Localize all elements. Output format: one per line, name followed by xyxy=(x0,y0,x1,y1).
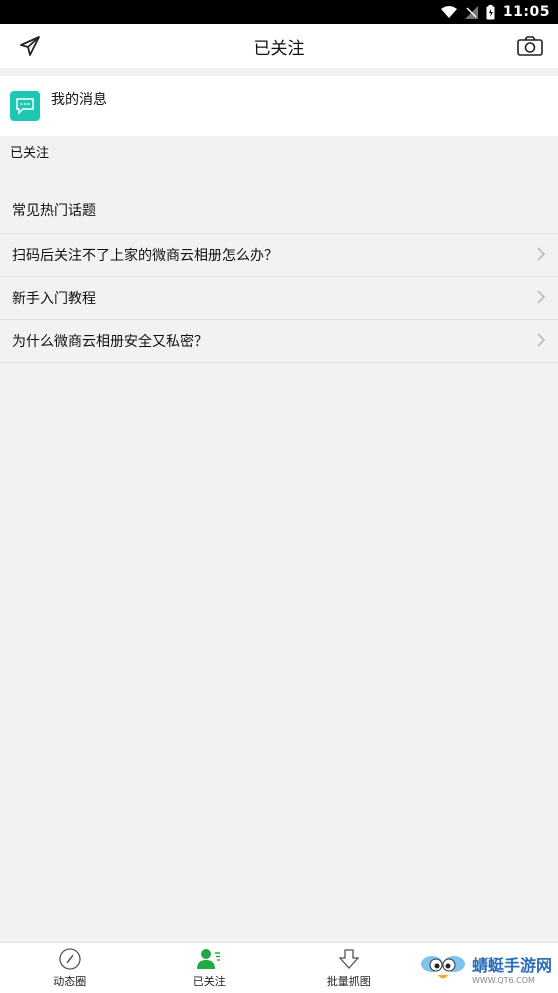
app-bar: 已关注 xyxy=(0,24,558,68)
topic-label: 新手入门教程 xyxy=(12,288,96,308)
my-messages-label: 我的消息 xyxy=(51,89,107,109)
topics-title: 常见热门话题 xyxy=(0,190,558,234)
topic-label: 为什么微商云相册安全又私密？ xyxy=(12,331,208,351)
download-icon xyxy=(338,947,360,971)
camera-icon[interactable] xyxy=(516,32,544,60)
battery-icon xyxy=(486,5,495,20)
status-bar: 11:05 xyxy=(0,0,558,24)
tab-batch-grab-label: 批量抓图 xyxy=(327,973,371,989)
status-time: 11:05 xyxy=(503,4,550,20)
my-messages-item[interactable]: 我的消息 xyxy=(0,76,558,136)
chevron-right-icon xyxy=(536,289,546,309)
wifi-icon xyxy=(441,6,457,18)
page-title: 已关注 xyxy=(254,34,305,59)
tab-batch-grab[interactable]: 批量抓图 xyxy=(279,943,419,993)
followed-section-label: 已关注 xyxy=(10,142,49,161)
watermark-sub: WWW.QT6.COM xyxy=(472,976,535,985)
watermark: 蜻蜓手游网 WWW.QT6.COM xyxy=(418,950,552,986)
tab-followed-label: 已关注 xyxy=(193,973,226,989)
signal-icon xyxy=(465,6,478,19)
compass-icon xyxy=(58,947,82,971)
topic-item[interactable]: 为什么微商云相册安全又私密？ xyxy=(0,320,558,363)
topic-label: 扫码后关注不了上家的微商云相册怎么办？ xyxy=(12,245,278,265)
topic-item[interactable]: 新手入门教程 xyxy=(0,277,558,320)
watermark-text: 蜻蜓手游网 xyxy=(472,952,552,976)
tab-moments[interactable]: 动态圈 xyxy=(0,943,140,993)
chevron-right-icon xyxy=(536,332,546,352)
person-icon xyxy=(196,947,222,971)
popular-topics: 常见热门话题 扫码后关注不了上家的微商云相册怎么办？ 新手入门教程 为什么微商云… xyxy=(0,190,558,363)
send-icon[interactable] xyxy=(16,32,44,60)
dragonfly-logo-icon xyxy=(418,950,468,986)
topic-item[interactable]: 扫码后关注不了上家的微商云相册怎么办？ xyxy=(0,234,558,277)
chat-bubble-icon xyxy=(10,91,40,121)
chevron-right-icon xyxy=(536,246,546,266)
tab-followed[interactable]: 已关注 xyxy=(140,943,280,993)
tab-moments-label: 动态圈 xyxy=(53,973,86,989)
